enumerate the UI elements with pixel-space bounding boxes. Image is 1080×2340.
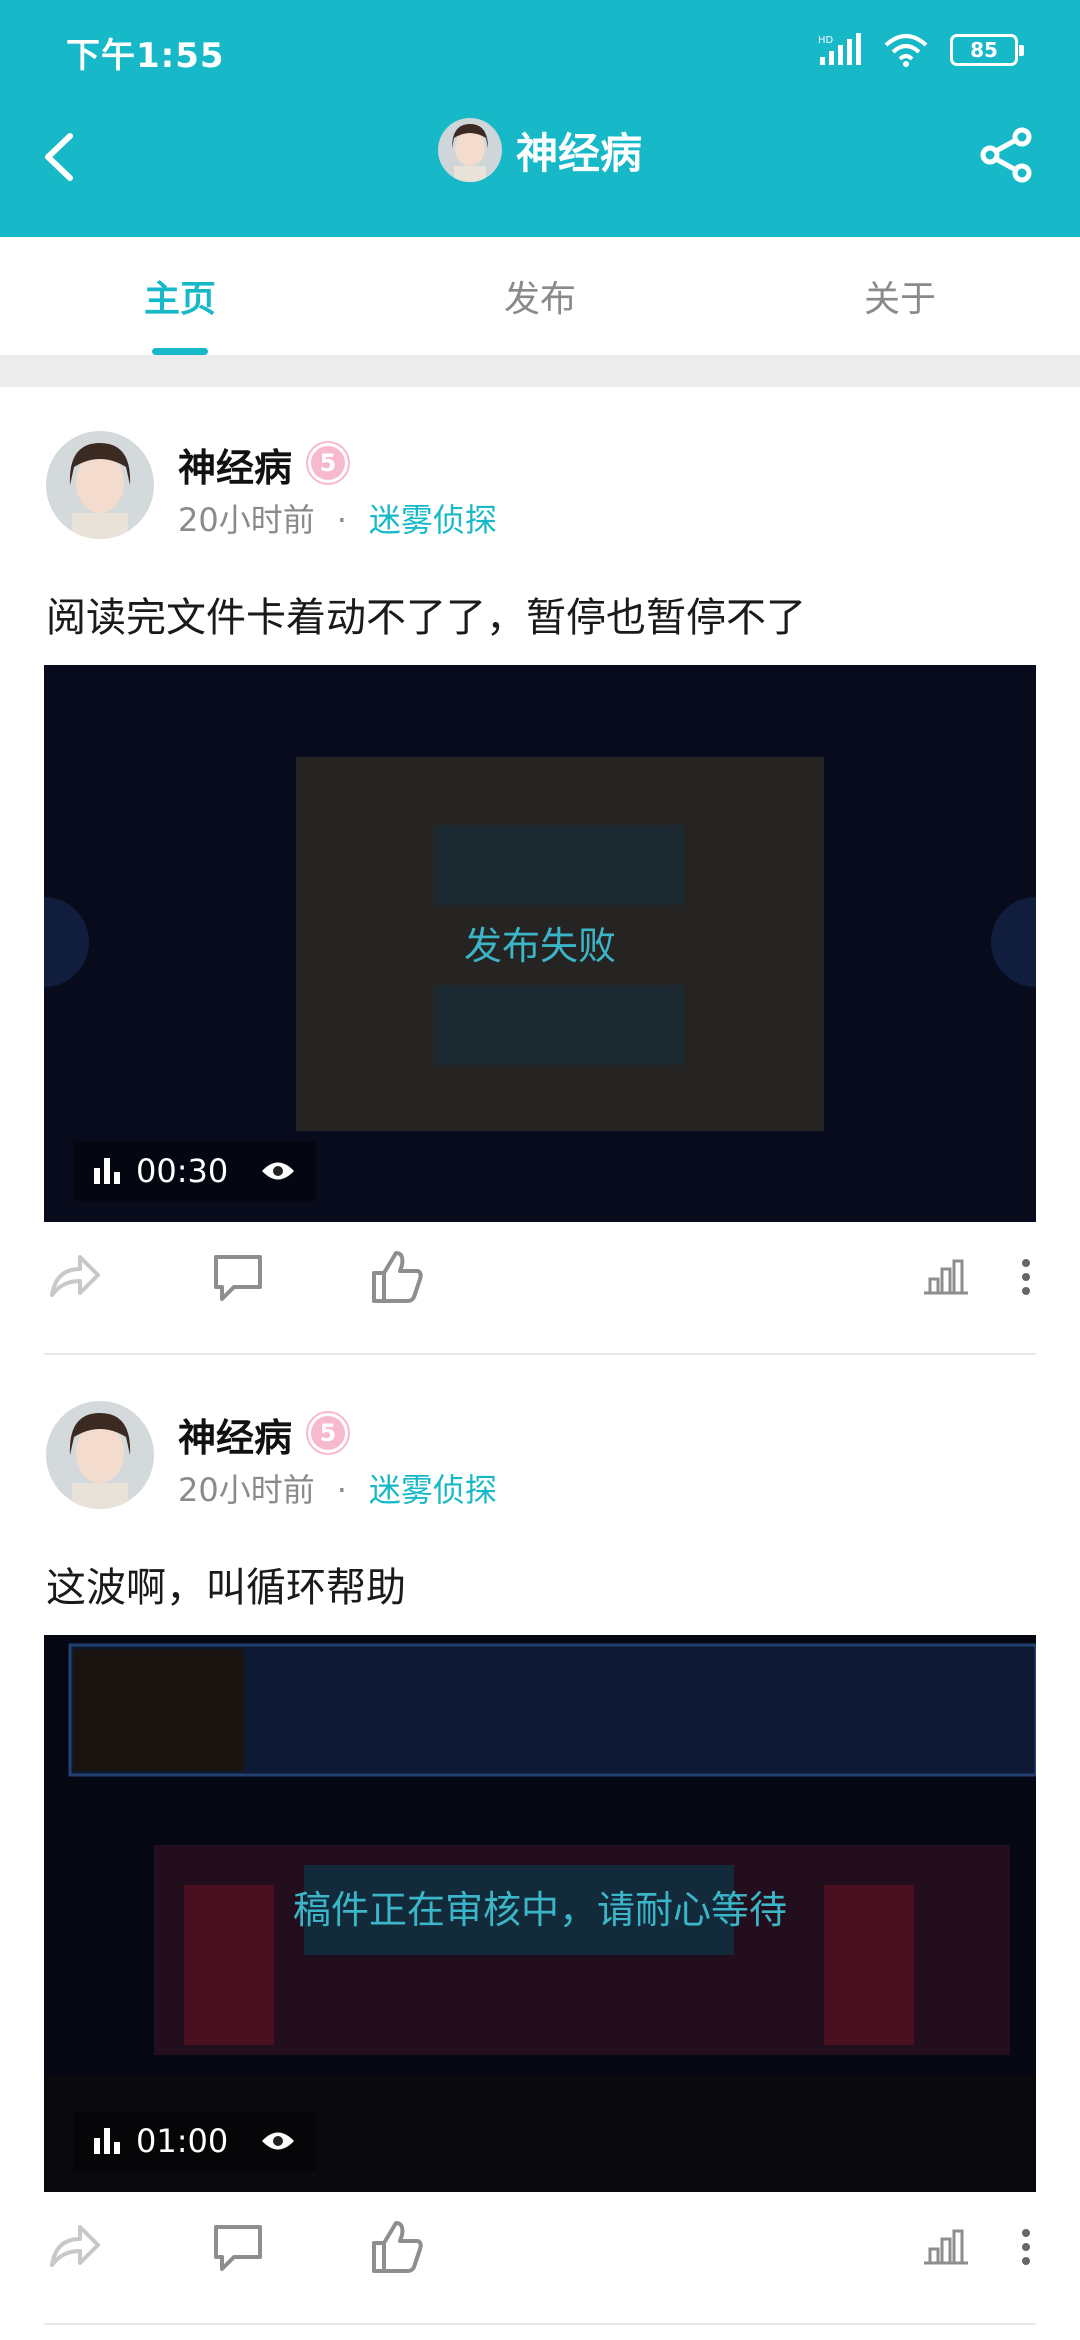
game-tag[interactable]: 迷雾侦探 [369, 1471, 497, 1509]
wifi-icon [884, 34, 928, 67]
avatar[interactable] [46, 431, 154, 539]
post-card[interactable]: 神经病 5 20小时前 · 迷雾侦探 这波啊，叫循环帮助 稿件正在审核中，请耐心等待… [0, 1357, 1080, 2340]
video-stats: 00:30 [74, 1141, 317, 1201]
app-header: 下午1:55 HD 85 神经病 [0, 0, 1080, 237]
tab-about[interactable]: 关于 [720, 237, 1080, 355]
video-duration: 01:00 [136, 2122, 229, 2160]
post-text: 阅读完文件卡着动不了了，暂停也暂停不了 [46, 595, 806, 641]
status-icons: HD 85 [818, 28, 1024, 72]
battery-level: 85 [970, 38, 998, 62]
post-time: 20小时前 [178, 1471, 315, 1509]
stats-icon[interactable] [916, 2217, 976, 2277]
post-text: 这波啊，叫循环帮助 [46, 1565, 406, 1611]
post-divider [44, 1353, 1036, 1355]
post-divider [44, 2323, 1036, 2325]
stats-icon[interactable] [916, 1247, 976, 1307]
eye-icon [262, 2132, 295, 2150]
level-value: 5 [319, 1419, 337, 1447]
post-time: 20小时前 [178, 501, 315, 539]
video-stats: 01:00 [74, 2111, 317, 2171]
post-actions [0, 1237, 1080, 1317]
post-meta: 20小时前 · 迷雾侦探 [178, 1465, 497, 1511]
share-icon[interactable] [976, 125, 1036, 185]
video-status-text: 发布失败 [463, 924, 616, 968]
page-title: 神经病 [515, 128, 642, 178]
avatar[interactable] [46, 1401, 154, 1509]
meta-separator: · [336, 1471, 347, 1509]
forward-icon[interactable] [44, 2217, 104, 2277]
forward-icon[interactable] [44, 1247, 104, 1307]
post-card[interactable]: 神经病 5 20小时前 · 迷雾侦探 阅读完文件卡着动不了了，暂停也暂停不了 发布失… [0, 387, 1080, 1357]
like-icon[interactable] [366, 1247, 426, 1307]
game-tag[interactable]: 迷雾侦探 [369, 501, 497, 539]
eye-icon [262, 1162, 295, 1180]
video-thumbnail[interactable]: 发布失败 00:30 [44, 665, 1036, 1222]
comment-icon[interactable] [208, 2217, 268, 2277]
level-value: 5 [319, 449, 337, 477]
post-actions [0, 2207, 1080, 2287]
profile-title: 神经病 [0, 118, 1080, 182]
comment-icon[interactable] [208, 1247, 268, 1307]
bar-chart-icon [94, 2128, 120, 2154]
tab-home[interactable]: 主页 [0, 237, 360, 355]
author-name[interactable]: 神经病 [178, 437, 292, 492]
more-icon[interactable] [996, 2217, 1056, 2277]
like-icon[interactable] [366, 2217, 426, 2277]
bar-chart-icon [94, 1158, 120, 1184]
meta-separator: · [336, 501, 347, 539]
author-name[interactable]: 神经病 [178, 1407, 292, 1462]
level-badge: 5 [308, 443, 348, 483]
video-thumbnail[interactable]: 稿件正在审核中，请耐心等待 01:00 [44, 1635, 1036, 2192]
avatar [437, 118, 502, 182]
battery-icon: 85 [950, 34, 1024, 66]
video-duration: 00:30 [136, 1152, 229, 1190]
status-time: 下午1:55 [66, 36, 225, 76]
tab-bar: 主页 发布 关于 [0, 237, 1080, 355]
section-divider [0, 355, 1080, 387]
more-icon[interactable] [996, 1247, 1056, 1307]
signal-icon: HD [818, 33, 861, 65]
svg-text:HD: HD [818, 35, 834, 46]
video-status-text: 稿件正在审核中，请耐心等待 [292, 1888, 787, 1932]
post-meta: 20小时前 · 迷雾侦探 [178, 495, 497, 541]
tab-posts[interactable]: 发布 [360, 237, 720, 355]
level-badge: 5 [308, 1413, 348, 1453]
